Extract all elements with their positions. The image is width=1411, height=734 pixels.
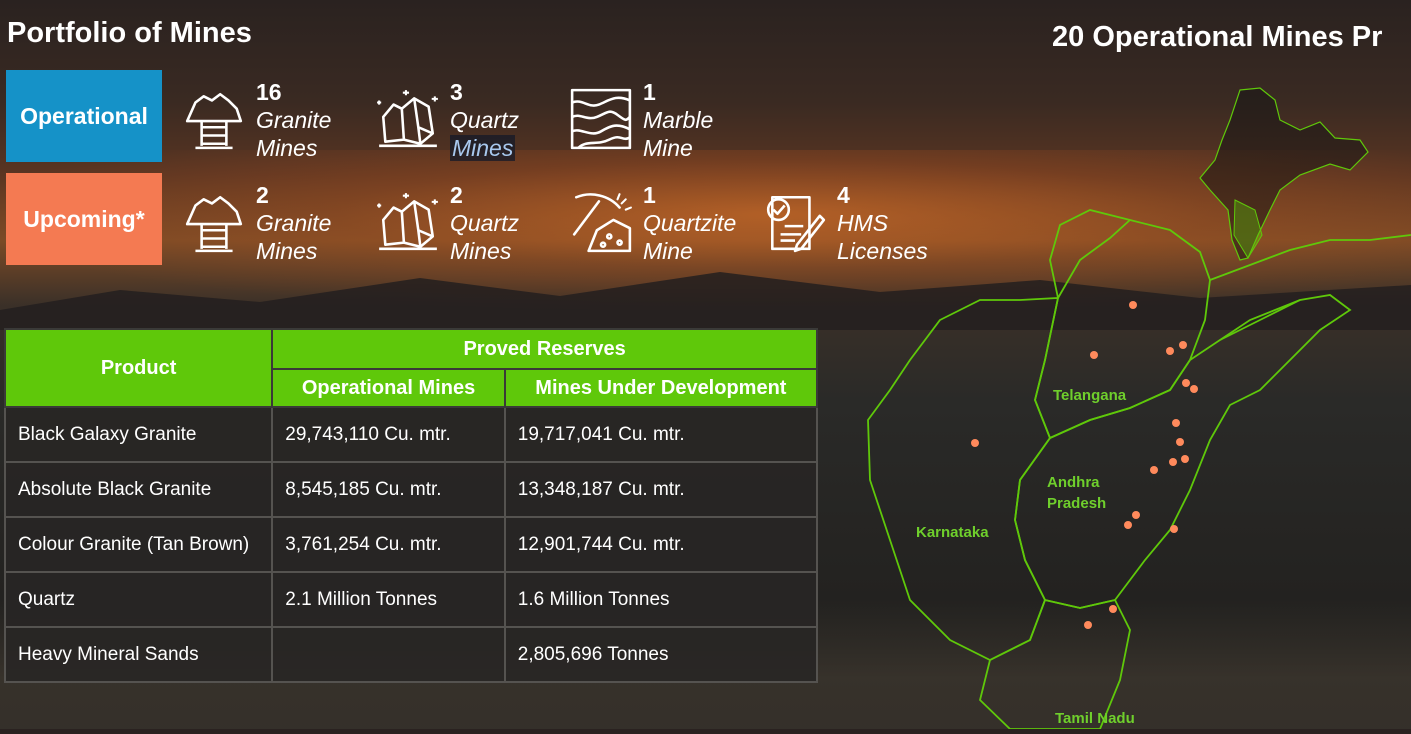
mine-unit: Mines [450, 135, 516, 161]
marble-slab-icon [570, 88, 632, 150]
regional-map: Telangana Andhra Pradesh Karnataka Tamil… [830, 60, 1411, 730]
mine-type: Granite [256, 210, 332, 236]
mine-location-marker [1090, 351, 1098, 359]
mine-type: Quartzite [643, 210, 737, 236]
operational-quartz-mines: 3 Quartz Mines [375, 78, 519, 162]
mine-location-marker [1169, 458, 1177, 466]
mine-count: 1 [643, 79, 656, 105]
operational-mines-header: Operational Mines [271, 368, 506, 408]
development-cell: 12,901,744 Cu. mtr. [503, 516, 819, 573]
operational-marble-mine: 1 Marble Mine [568, 78, 713, 162]
mine-location-marker [1172, 419, 1180, 427]
mine-type: Marble [643, 107, 714, 133]
mine-location-marker [1170, 525, 1178, 533]
andhra-pradesh-label-line1: Andhra [1047, 474, 1100, 491]
mine-location-marker [1150, 466, 1158, 474]
mine-location-marker [1084, 621, 1092, 629]
mine-location-marker [1124, 521, 1132, 529]
mine-count: 16 [256, 79, 282, 105]
india-inset-map [1199, 87, 1369, 261]
table-row: Absolute Black Granite 8,545,185 Cu. mtr… [3, 461, 819, 518]
quartz-crystal-icon [377, 90, 438, 148]
development-cell: 2,805,696 Tonnes [503, 626, 819, 683]
development-cell: 13,348,187 Cu. mtr. [503, 461, 819, 518]
product-cell: Absolute Black Granite [3, 461, 274, 518]
granite-mine-icon [185, 92, 243, 150]
mine-type: Quartz [450, 107, 520, 133]
mines-under-development-header: Mines Under Development [503, 368, 819, 408]
mine-location-marker [1181, 455, 1189, 463]
mine-unit: Mines [450, 238, 512, 264]
granite-mine-icon [185, 195, 243, 253]
product-cell: Colour Granite (Tan Brown) [3, 516, 274, 573]
mine-location-marker [1132, 511, 1140, 519]
mine-count: 2 [450, 182, 463, 208]
andhra-pradesh-label-line2: Pradesh [1047, 495, 1107, 512]
mine-location-marker [1190, 385, 1198, 393]
mine-location-marker [1176, 438, 1184, 446]
table-row: Heavy Mineral Sands 2,805,696 Tonnes [3, 626, 819, 683]
telangana-label: Telangana [1053, 387, 1127, 404]
product-header: Product [3, 328, 274, 408]
upcoming-quartz-mines: 2 Quartz Mines [375, 181, 519, 265]
mine-count: 1 [643, 182, 656, 208]
mine-unit: Mines [256, 135, 318, 161]
mine-count: 2 [256, 182, 269, 208]
mine-location-marker [1182, 379, 1190, 387]
mine-location-marker [971, 439, 979, 447]
mine-location-marker [1109, 605, 1117, 613]
mine-location-marker [1129, 301, 1137, 309]
operational-cell: 8,545,185 Cu. mtr. [271, 461, 506, 518]
operational-cell: 29,743,110 Cu. mtr. [271, 406, 506, 463]
operational-cell [271, 626, 506, 683]
quartz-crystal-icon [377, 193, 438, 251]
development-cell: 1.6 Million Tonnes [503, 571, 819, 628]
product-cell: Quartz [3, 571, 274, 628]
operational-cell: 3,761,254 Cu. mtr. [271, 516, 506, 573]
table-row: Colour Granite (Tan Brown) 3,761,254 Cu.… [3, 516, 819, 573]
mine-unit: Mine [643, 135, 693, 161]
proved-reserves-header: Proved Reserves [271, 328, 818, 370]
upcoming-badge: Upcoming* [6, 173, 162, 265]
karnataka-label: Karnataka [916, 524, 989, 541]
mine-unit: Mine [643, 238, 693, 264]
license-document-icon [766, 195, 826, 253]
map-title: 20 Operational Mines Pr [1052, 21, 1383, 53]
pickaxe-icon [572, 193, 632, 253]
mine-count: 3 [450, 79, 463, 105]
upcoming-quartzite-mine: 1 Quartzite Mine [568, 181, 736, 265]
mine-type: Granite [256, 107, 332, 133]
mine-type: Quartz [450, 210, 520, 236]
table-row: Quartz 2.1 Million Tonnes 1.6 Million To… [3, 571, 819, 628]
page-title: Portfolio of Mines [7, 17, 252, 49]
table-row: Black Galaxy Granite 29,743,110 Cu. mtr.… [3, 406, 819, 463]
mine-unit: Mines [256, 238, 318, 264]
proved-reserves-table: Product Proved Reserves Operational Mine… [3, 328, 819, 683]
product-cell: Heavy Mineral Sands [3, 626, 274, 683]
product-cell: Black Galaxy Granite [3, 406, 274, 463]
mine-location-marker [1179, 341, 1187, 349]
tamil-nadu-label: Tamil Nadu [1055, 710, 1135, 727]
operational-cell: 2.1 Million Tonnes [271, 571, 506, 628]
mine-location-marker [1166, 347, 1174, 355]
development-cell: 19,717,041 Cu. mtr. [503, 406, 819, 463]
karnataka-border [867, 297, 1060, 662]
operational-granite-mines: 16 Granite Mines [181, 78, 331, 162]
upcoming-granite-mines: 2 Granite Mines [181, 181, 331, 265]
operational-badge: Operational [6, 70, 162, 162]
